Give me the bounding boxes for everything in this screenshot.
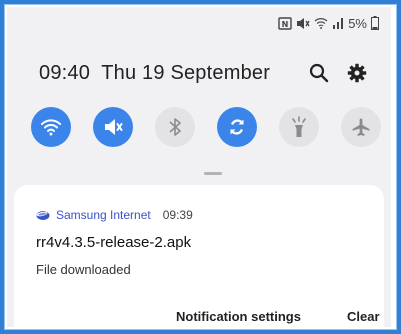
battery-percent: 5% bbox=[348, 15, 367, 31]
notification-source: Samsung Internet 09:39 bbox=[36, 207, 193, 223]
panel-header: 09:40 Thu 19 September bbox=[39, 59, 371, 87]
clock: 09:40 Thu 19 September bbox=[39, 62, 270, 85]
auto-rotate-toggle[interactable] bbox=[217, 107, 257, 147]
status-bar: N 5% bbox=[278, 11, 379, 35]
battery-icon bbox=[371, 16, 379, 30]
clear-button[interactable]: Clear bbox=[347, 309, 380, 324]
bluetooth-icon bbox=[169, 118, 181, 136]
date-text: Thu 19 September bbox=[101, 61, 271, 84]
mute-icon bbox=[296, 17, 310, 30]
airplane-icon bbox=[352, 118, 370, 136]
flashlight-icon bbox=[292, 116, 306, 137]
app-name: Samsung Internet bbox=[56, 208, 151, 222]
samsung-internet-icon bbox=[36, 211, 50, 220]
search-icon bbox=[309, 63, 329, 83]
notification-actions: Notification settings Clear bbox=[14, 309, 384, 327]
wifi-toggle[interactable] bbox=[31, 107, 71, 147]
settings-button[interactable] bbox=[343, 59, 371, 87]
auto-rotate-icon bbox=[230, 119, 244, 135]
wifi-icon bbox=[314, 17, 328, 29]
svg-text:N: N bbox=[282, 20, 289, 29]
notification-title: rr4v4.3.5-release-2.apk bbox=[36, 234, 192, 251]
wifi-icon bbox=[41, 119, 61, 136]
quick-settings-tiles bbox=[31, 107, 381, 149]
flashlight-toggle[interactable] bbox=[279, 107, 319, 147]
settings-gear-icon bbox=[347, 63, 367, 83]
airplane-mode-toggle[interactable] bbox=[341, 107, 381, 147]
bluetooth-toggle[interactable] bbox=[155, 107, 195, 147]
nfc-icon: N bbox=[278, 16, 292, 30]
signal-icon bbox=[332, 17, 344, 29]
search-button[interactable] bbox=[305, 59, 333, 87]
panel-drag-handle[interactable] bbox=[204, 172, 222, 175]
notification-subtitle: File downloaded bbox=[36, 262, 131, 277]
notification-panel: N 5% 09:40 Thu 19 September Samsung Inte… bbox=[7, 7, 391, 327]
download-notification[interactable]: Samsung Internet 09:39 rr4v4.3.5-release… bbox=[14, 185, 384, 327]
sound-mute-toggle[interactable] bbox=[93, 107, 133, 147]
mute-icon bbox=[105, 119, 123, 135]
time-text: 09:40 bbox=[39, 61, 91, 84]
notification-time: 09:39 bbox=[162, 208, 193, 222]
notification-settings-button[interactable]: Notification settings bbox=[176, 309, 301, 324]
